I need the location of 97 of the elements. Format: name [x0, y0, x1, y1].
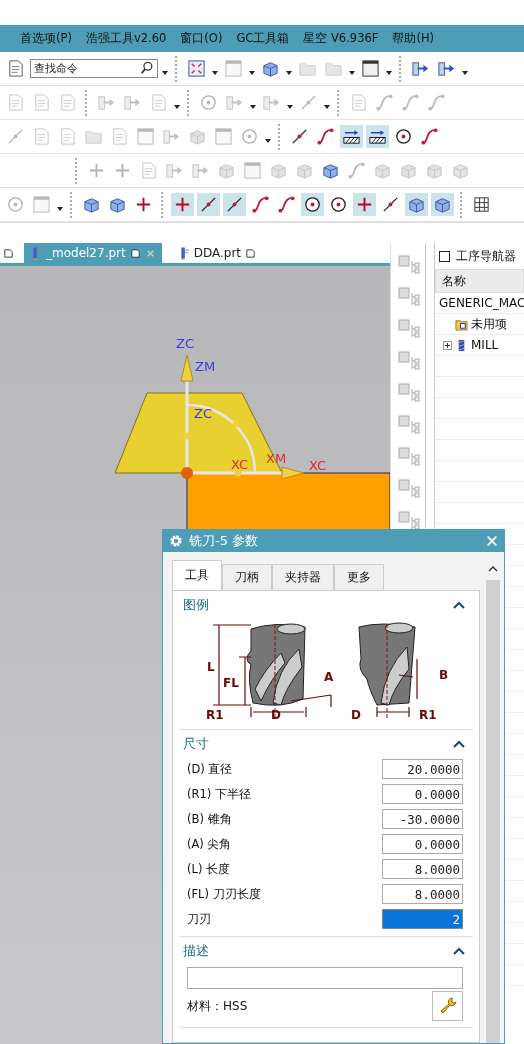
caret-icon[interactable] — [249, 102, 257, 111]
dialog-tab[interactable]: 夹持器 — [272, 564, 334, 590]
hatch-icon[interactable] — [340, 125, 363, 148]
value-field[interactable]: 2 — [382, 909, 463, 929]
axis-label: ZC — [176, 336, 194, 351]
tree-item[interactable]: 未用项 — [471, 315, 507, 333]
chevron-up-icon[interactable] — [453, 740, 465, 748]
target-icon[interactable] — [301, 193, 324, 216]
cross-icon[interactable] — [171, 193, 194, 216]
chevron-up-icon[interactable] — [453, 601, 465, 609]
tree-item[interactable]: MILL — [471, 338, 499, 352]
menu-item[interactable]: 首选项(P) — [20, 31, 72, 46]
navigator-tree-icon[interactable] — [396, 253, 420, 277]
dialog-title: 铣刀-5 参数 — [189, 532, 260, 550]
dimension-label: R1 — [206, 708, 224, 722]
coordinate-axes-drawing[interactable] — [180, 354, 305, 480]
navigator-tree-icon[interactable] — [396, 381, 420, 405]
caret-icon[interactable] — [286, 102, 294, 111]
axis-label: ZC — [194, 406, 212, 421]
search-icon[interactable] — [140, 61, 154, 75]
navigator-tree-icon[interactable] — [396, 477, 420, 501]
caret-icon[interactable] — [348, 68, 356, 77]
material-button[interactable] — [432, 991, 463, 1021]
caret-icon[interactable] — [323, 102, 331, 111]
search-field[interactable]: 查找命令 — [30, 59, 158, 78]
dimension-label: L — [207, 660, 215, 674]
navigator-tree-icon[interactable] — [396, 413, 420, 437]
field-label: (FL) 刀刃长度 — [187, 886, 261, 902]
menu-item[interactable]: 星空 V6.936F — [303, 31, 379, 46]
field-label: (A) 尖角 — [187, 836, 232, 852]
field-label: (D) 直径 — [187, 761, 233, 777]
cross-icon[interactable] — [353, 193, 376, 216]
panel-title: 工序导航器 — [456, 247, 516, 265]
end-mill-icon — [30, 245, 42, 261]
navigator-tree-icon[interactable] — [396, 445, 420, 469]
navigator-tree-icon[interactable] — [396, 285, 420, 309]
value-field[interactable]: 0.0000 — [382, 834, 463, 854]
dialog-tab[interactable]: 工具 — [172, 560, 222, 590]
value-field[interactable]: 0.0000 — [382, 784, 463, 804]
folder-icon — [455, 317, 468, 331]
expand-icon[interactable] — [443, 340, 452, 350]
axis-label: XC — [231, 457, 249, 472]
dimension-label: A — [324, 670, 334, 684]
material-label: 材料：HSS — [187, 997, 248, 1015]
tree-item[interactable]: GENERIC_MAC — [439, 296, 524, 310]
menu-item[interactable]: 浩强工具v2.60 — [85, 31, 167, 46]
caret-icon[interactable] — [173, 102, 181, 111]
description-field[interactable] — [187, 967, 463, 989]
checkbox[interactable] — [439, 250, 450, 262]
file-tab[interactable]: DDA.prt — [171, 243, 263, 263]
window-icon[interactable] — [359, 57, 382, 80]
document-icon[interactable] — [245, 247, 257, 259]
value-field[interactable]: 8.0000 — [382, 884, 463, 904]
hatch-icon[interactable] — [366, 125, 389, 148]
dialog-tab[interactable]: 更多 — [334, 564, 384, 590]
navigator-tree-icon[interactable] — [396, 317, 420, 341]
scrollbar[interactable] — [486, 580, 500, 1043]
cube-icon[interactable] — [405, 193, 428, 216]
dimension-label: B — [439, 668, 449, 682]
document-icon[interactable] — [3, 247, 14, 259]
section-title[interactable]: 图例 — [183, 596, 209, 614]
field-label: (B) 锥角 — [187, 811, 232, 827]
dimension-label: D — [271, 708, 281, 722]
caret-icon[interactable] — [248, 68, 256, 77]
axis-label: XC — [309, 458, 327, 473]
field-label: 刀刃 — [187, 911, 211, 927]
dimension-label: FL — [223, 676, 239, 690]
value-field[interactable]: -30.0000 — [382, 809, 463, 829]
axis-label: XM — [266, 451, 287, 466]
caret-icon[interactable] — [264, 136, 272, 145]
menu-item[interactable]: 帮助(H) — [392, 31, 434, 46]
dialog-tab[interactable]: 刀柄 — [222, 564, 272, 590]
scroll-up-icon[interactable] — [488, 566, 498, 572]
document-icon[interactable] — [129, 247, 141, 259]
chevron-up-icon[interactable] — [453, 947, 465, 955]
section-title[interactable]: 描述 — [183, 942, 209, 960]
caret-icon[interactable] — [161, 68, 169, 77]
dimension-label: D — [351, 708, 361, 722]
caret-icon[interactable] — [285, 68, 293, 77]
close-icon[interactable] — [486, 535, 498, 547]
dimension-label: R1 — [419, 708, 437, 722]
axis-label: ZM — [195, 359, 216, 374]
value-field[interactable]: 8.0000 — [382, 859, 463, 879]
menu-item[interactable]: GC工具箱 — [236, 31, 290, 46]
caret-icon[interactable] — [211, 68, 219, 77]
section-title[interactable]: 尺寸 — [183, 735, 209, 753]
field-label: (L) 长度 — [187, 861, 231, 877]
caret-icon[interactable] — [461, 68, 469, 77]
value-field[interactable]: 20.0000 — [382, 759, 463, 779]
caret-icon[interactable] — [385, 68, 393, 77]
gear-icon — [169, 534, 183, 548]
field-label: (R1) 下半径 — [187, 786, 251, 802]
navigator-tree-icon[interactable] — [396, 349, 420, 373]
menu-item[interactable]: 窗口(O) — [180, 31, 223, 46]
cube-icon[interactable] — [431, 193, 454, 216]
caret-icon[interactable] — [56, 204, 64, 213]
column-header[interactable]: 名称 — [435, 269, 524, 293]
